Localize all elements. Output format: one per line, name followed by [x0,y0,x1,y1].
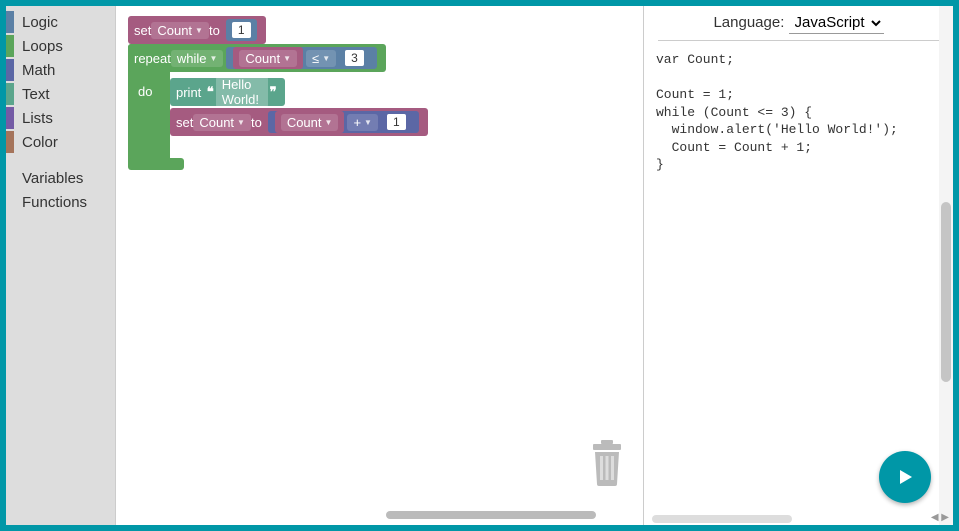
category-label: Functions [22,194,87,211]
print-label: print [176,85,201,100]
block-set-count-1[interactable]: set Count▼ to 1 [128,16,266,44]
category-color[interactable]: Color [6,130,115,154]
category-lists[interactable]: Lists [6,106,115,130]
category-text[interactable]: Text [6,82,115,106]
code-vscroll-thumb[interactable] [941,202,951,382]
category-logic[interactable]: Logic [6,10,115,34]
repeat-label: repeat [134,51,171,66]
set-label: set [134,23,151,38]
category-label: Variables [22,170,83,187]
category-label: Math [22,62,55,79]
var-dropdown-2[interactable]: Count▼ [193,114,251,131]
category-loops[interactable]: Loops [6,34,115,58]
toolbox: Logic Loops Math Text Lists Color Variables Fu… [6,6,116,525]
trash-icon[interactable] [587,440,627,491]
category-variables[interactable]: Variables [6,166,115,190]
workspace-hscrollbar[interactable] [386,511,596,519]
category-functions[interactable]: Functions [6,190,115,214]
category-stripe [6,107,14,129]
category-label: Lists [22,110,53,127]
loop-foot [128,158,184,170]
block-repeat-while[interactable]: repeat while▼ Count▼ ≤▼ 3 [128,44,386,72]
block-set-count-inc[interactable]: set Count▼ to Count▼ +▼ 1 [170,108,428,136]
var-count[interactable]: Count▼ [233,47,303,69]
number-3[interactable]: 3 [339,47,370,69]
category-label: Color [22,134,58,151]
mode-dropdown[interactable]: while▼ [171,50,224,67]
do-label: do [138,84,152,99]
quote-close: ❞ [268,84,279,100]
category-stripe [6,59,14,81]
run-button[interactable] [879,451,931,503]
language-select[interactable]: JavaScript [789,12,884,34]
block-print[interactable]: print ❝ Hello World! ❞ [170,78,285,106]
category-label: Text [22,86,50,103]
category-stripe [6,131,14,153]
inc-var[interactable]: Count▼ [275,111,345,133]
number-block[interactable]: 1 [226,19,257,41]
category-stripe [6,83,14,105]
compare-block[interactable]: Count▼ ≤▼ 3 [226,47,376,69]
code-hscrollbar[interactable] [652,515,792,523]
play-icon [895,467,915,487]
number-1b[interactable]: 1 [381,111,412,133]
var-dropdown[interactable]: Count▼ [151,22,209,39]
app-root: Logic Loops Math Text Lists Color Variables Fu… [0,0,959,531]
category-label: Loops [22,38,63,55]
category-stripe [6,35,14,57]
print-text[interactable]: Hello World! [216,76,268,108]
code-vscroll-track[interactable] [939,6,953,525]
to-label: to [209,23,220,38]
to-label-2: to [251,115,262,130]
language-label: Language: [713,14,784,31]
generated-code: var Count; Count = 1; while (Count <= 3)… [644,47,953,178]
scroll-arrows[interactable]: ◀ ▶ [931,512,949,523]
category-math[interactable]: Math [6,58,115,82]
code-panel: Language: JavaScript var Count; Count = … [643,6,953,525]
workspace[interactable]: set Count▼ to 1 repeat while▼ [116,6,643,525]
quote-open: ❝ [205,84,216,100]
math-block[interactable]: Count▼ +▼ 1 [268,111,419,133]
set-label-2: set [176,115,193,130]
plus-dropdown[interactable]: +▼ [347,114,378,131]
op-dropdown[interactable]: ≤▼ [306,50,336,67]
category-label: Logic [22,14,58,31]
category-stripe [6,11,14,33]
